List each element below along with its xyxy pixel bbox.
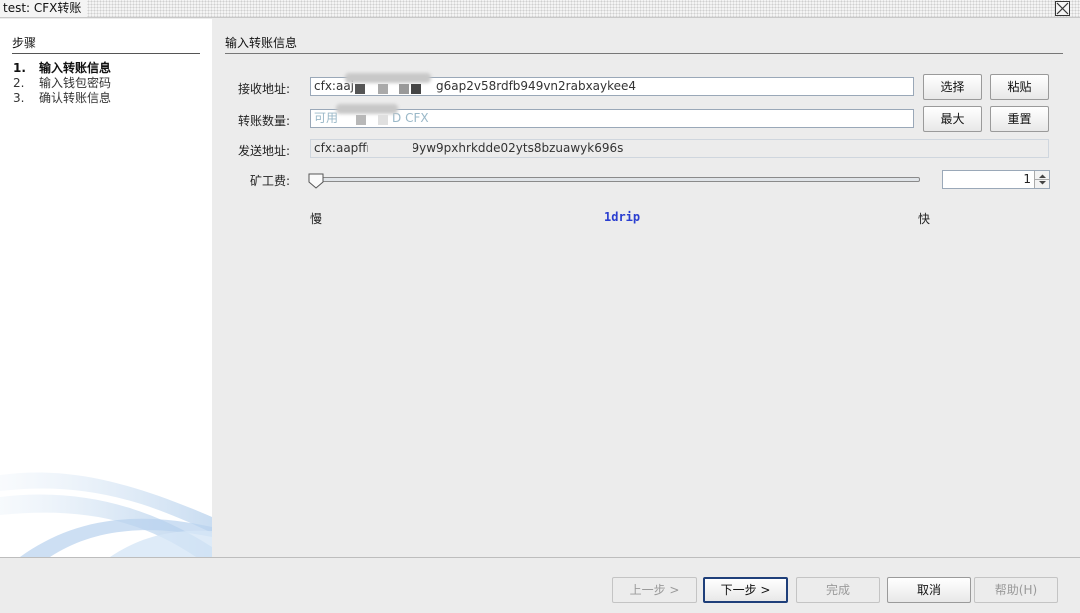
help-button[interactable]: 帮助(H)	[974, 577, 1058, 603]
next-button[interactable]: 下一步 >	[703, 577, 788, 603]
chevron-down-icon	[1039, 181, 1046, 185]
redaction-blur	[345, 73, 431, 83]
fee-unit-label: 1drip	[604, 210, 641, 224]
redaction-block	[368, 140, 413, 157]
redaction-block	[356, 115, 366, 125]
sender-address-field: cfx:aapffr 9yw9pxhrkdde02yts8bzuawyk696s	[310, 139, 1049, 158]
wizard-decoration-image	[0, 472, 212, 557]
amount-input[interactable]: 可用 D CFX	[310, 109, 914, 128]
fee-label: 矿工费:	[249, 174, 290, 188]
step-item: 1. 输入转账信息	[13, 61, 112, 75]
paste-button[interactable]: 粘贴	[990, 74, 1049, 100]
step-item: 3. 确认转账信息	[13, 91, 112, 105]
step-item: 2. 输入钱包密码	[13, 76, 112, 90]
fast-label: 快	[918, 212, 931, 226]
steps-header: 步骤	[12, 34, 200, 54]
chevron-up-icon	[1039, 174, 1046, 178]
reset-button[interactable]: 重置	[990, 106, 1049, 132]
spinner-arrows[interactable]	[1034, 171, 1050, 188]
steps-panel: 步骤 1. 输入转账信息 2. 输入钱包密码 3. 确认转账信息	[0, 19, 212, 557]
sender-address-label: 发送地址:	[237, 144, 290, 158]
receive-address-label: 接收地址:	[237, 82, 290, 96]
redaction-block	[399, 84, 409, 94]
redaction-blur	[336, 104, 398, 114]
section-title: 输入转账信息	[225, 34, 1063, 54]
close-icon[interactable]	[1055, 1, 1070, 16]
max-button[interactable]: 最大	[923, 106, 982, 132]
redaction-block	[411, 84, 421, 94]
finish-button[interactable]: 完成	[796, 577, 880, 603]
redaction-block	[378, 84, 388, 94]
fee-spinner-value: 1	[1023, 172, 1031, 186]
slow-label: 慢	[310, 212, 323, 226]
redaction-block	[378, 115, 388, 125]
amount-label: 转账数量:	[237, 114, 290, 128]
main-panel: 输入转账信息 接收地址: cfx:aaj g6ap2v58rdfb949vn2ra…	[212, 19, 1080, 557]
prev-button[interactable]: 上一步 >	[612, 577, 697, 603]
window-title: test: CFX转账	[0, 0, 88, 17]
steps-list: 1. 输入转账信息 2. 输入钱包密码 3. 确认转账信息	[13, 61, 111, 106]
redaction-block	[355, 84, 365, 94]
fee-slider-track[interactable]	[310, 177, 920, 182]
select-button[interactable]: 选择	[923, 74, 982, 100]
fee-spinner[interactable]: 1	[942, 170, 1050, 189]
cancel-button[interactable]: 取消	[887, 577, 971, 603]
fee-slider-thumb[interactable]	[307, 172, 325, 190]
footer-bar: 上一步 > 下一步 > 完成 取消 帮助(H)	[0, 557, 1080, 613]
title-bar: test: CFX转账	[0, 0, 1080, 18]
